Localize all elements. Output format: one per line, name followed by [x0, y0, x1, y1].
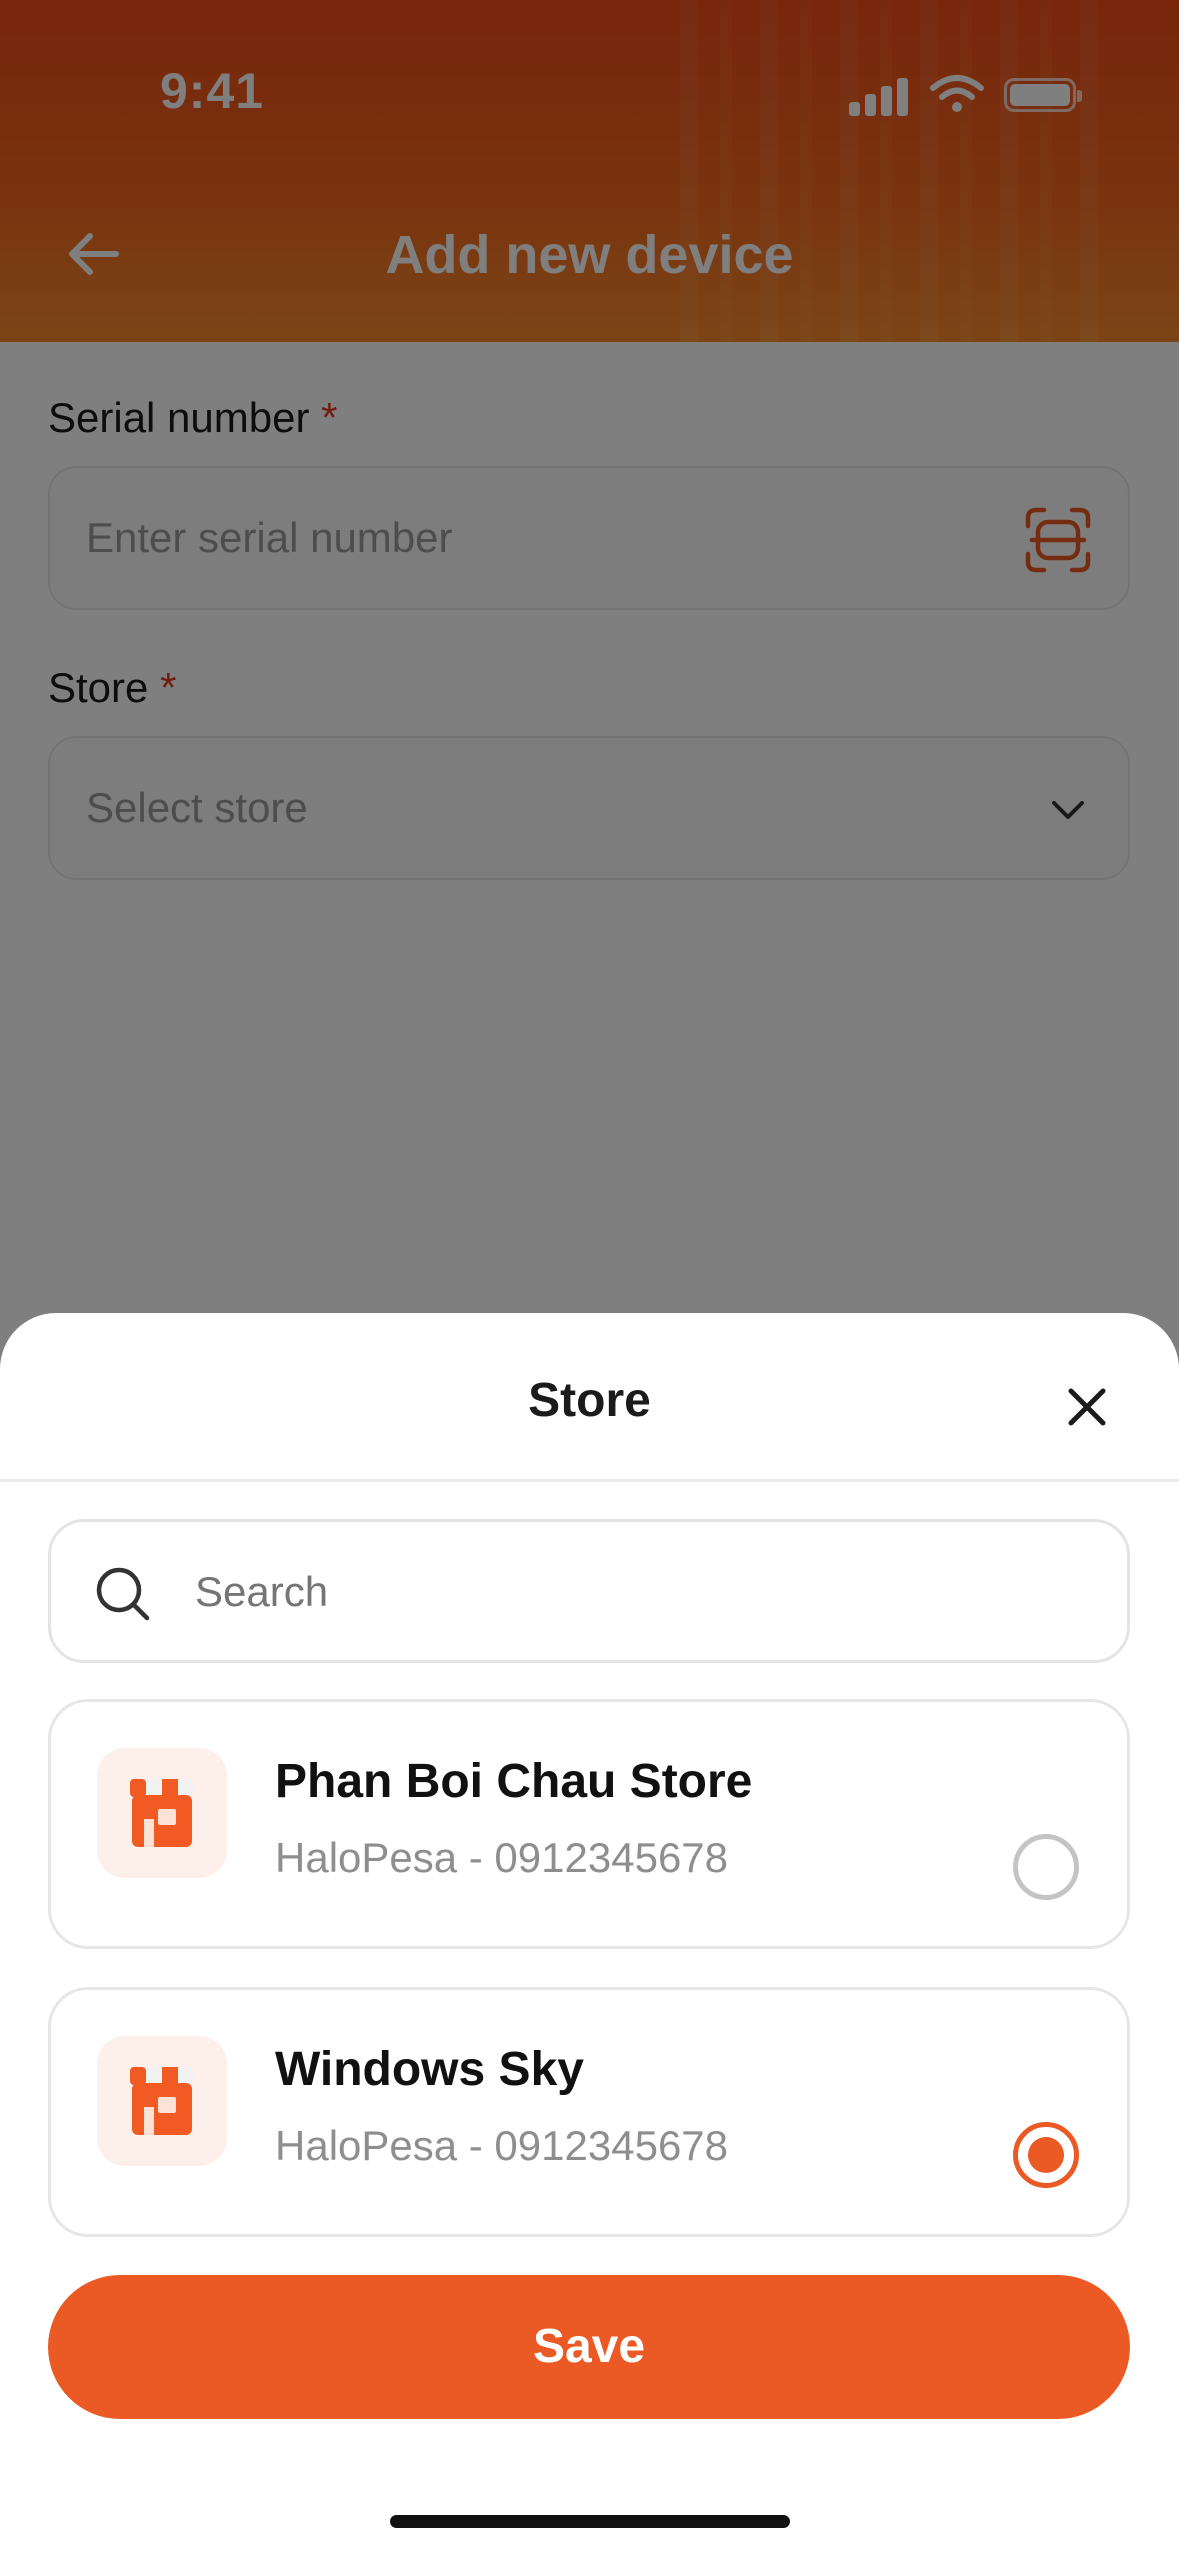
store-name: Windows Sky — [275, 2043, 584, 2096]
radio-selected[interactable] — [1013, 2122, 1079, 2188]
store-logo — [97, 2036, 227, 2166]
search-field[interactable] — [48, 1519, 1130, 1663]
home-indicator — [390, 2515, 790, 2528]
sheet-title: Store — [528, 1374, 651, 1427]
store-name: Phan Boi Chau Store — [275, 1755, 753, 1808]
store-logo — [97, 1748, 227, 1878]
search-input[interactable] — [195, 1568, 1075, 1616]
screen: 9:41 Add new device Serial number — [0, 0, 1179, 2556]
store-picker-sheet: Store Phan Bo — [0, 1313, 1179, 2556]
store-option[interactable]: Windows Sky HaloPesa - 0912345678 — [48, 1987, 1130, 2237]
store-icon — [130, 1779, 194, 1847]
store-subtitle: HaloPesa - 0912345678 — [275, 2122, 729, 2169]
search-icon — [96, 1567, 150, 1621]
divider — [0, 1479, 1179, 1482]
radio-unselected[interactable] — [1013, 1834, 1079, 1900]
save-button[interactable]: Save — [48, 2275, 1130, 2419]
store-option[interactable]: Phan Boi Chau Store HaloPesa - 091234567… — [48, 1699, 1130, 1949]
store-icon — [130, 2067, 194, 2135]
close-icon[interactable] — [1057, 1377, 1117, 1437]
store-subtitle: HaloPesa - 0912345678 — [275, 1834, 729, 1881]
